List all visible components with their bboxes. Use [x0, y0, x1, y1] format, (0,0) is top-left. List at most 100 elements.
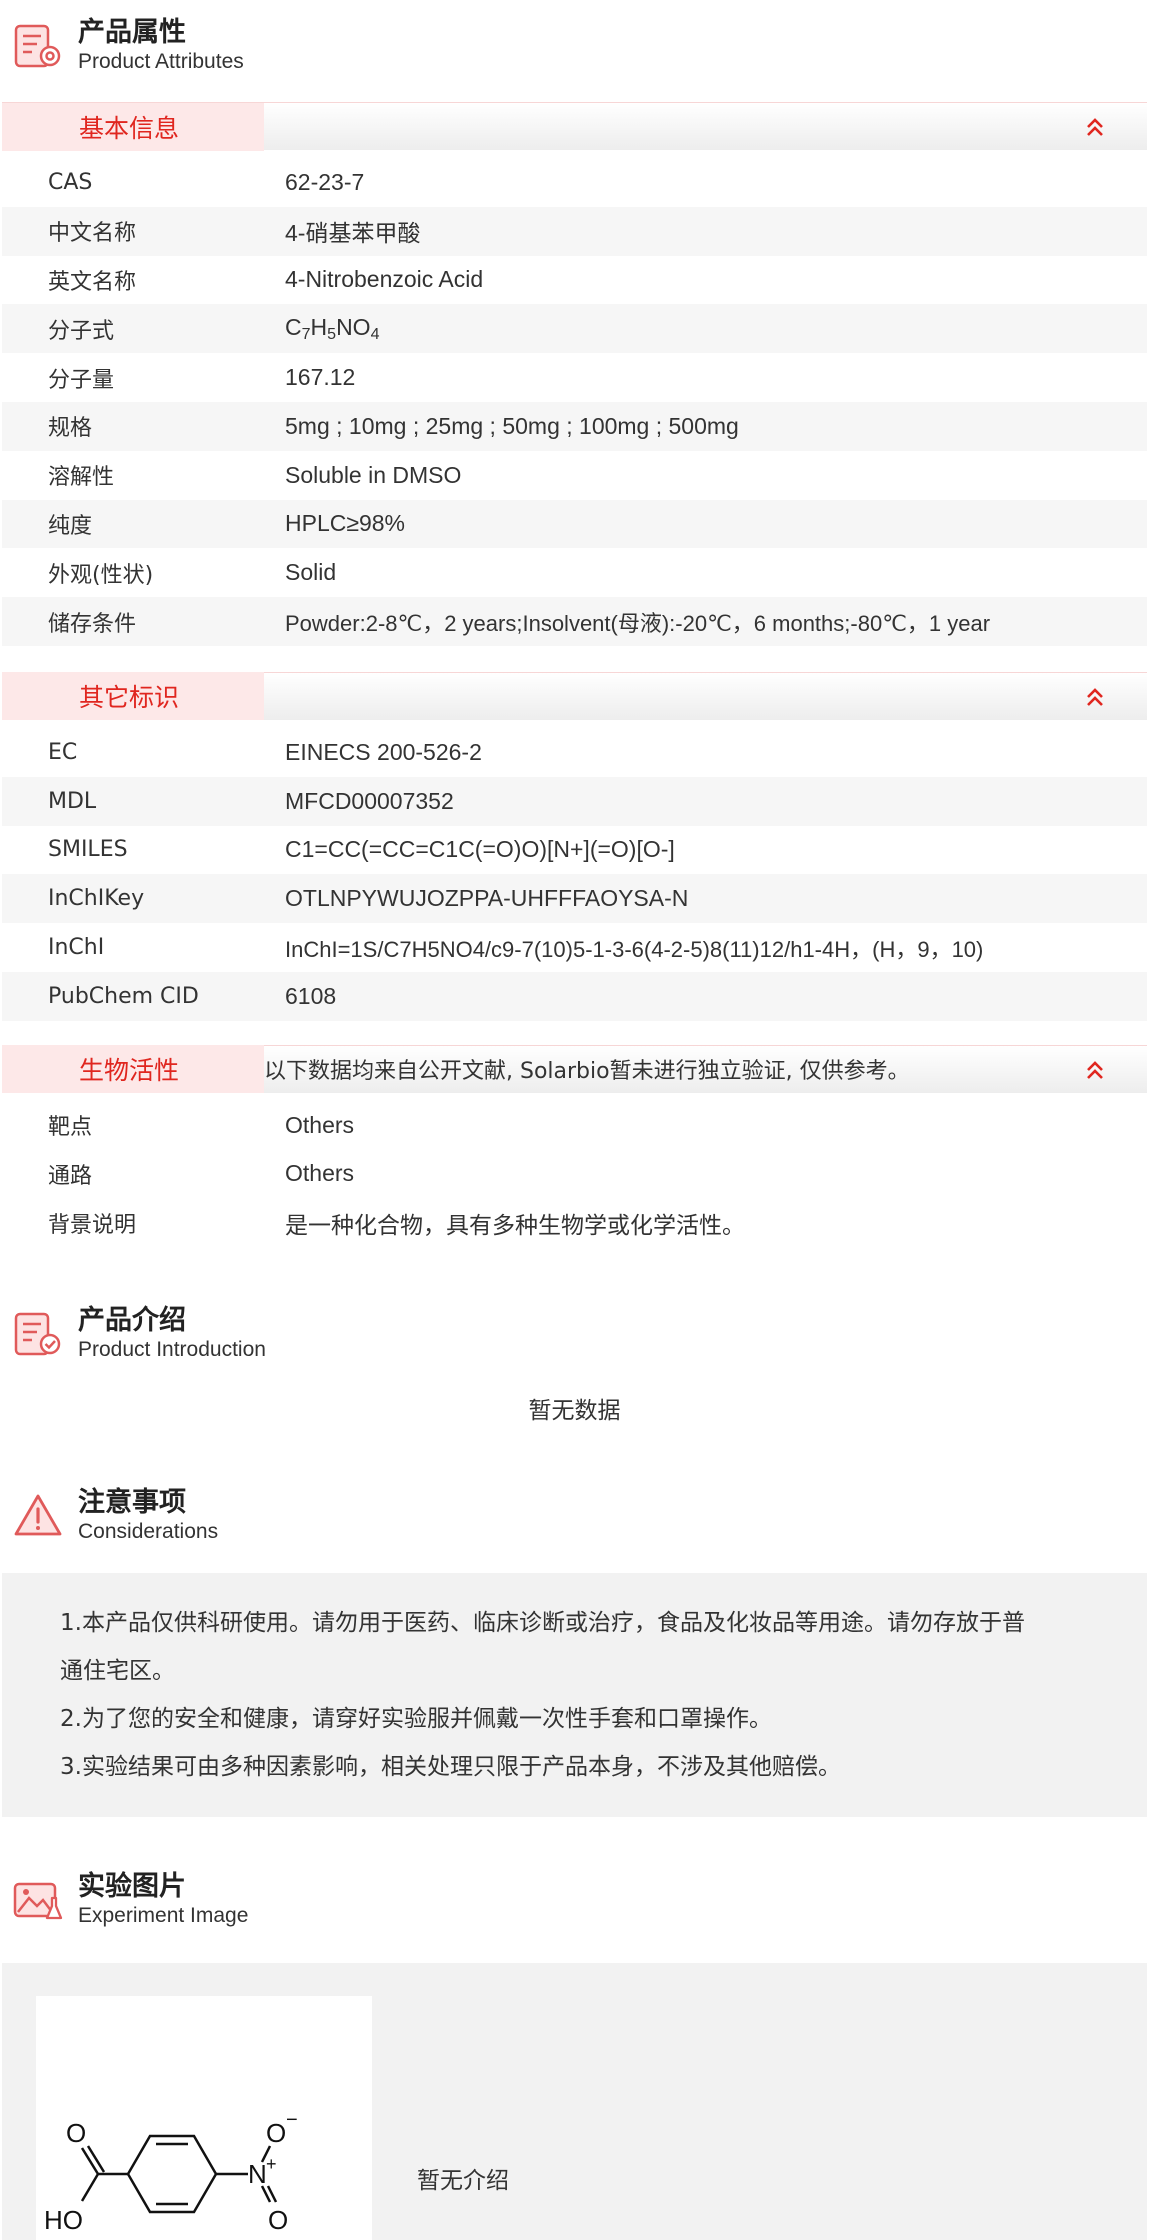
label-o-top: O [66, 2118, 86, 2148]
double-chevron-up-icon[interactable] [1083, 115, 1107, 139]
basic-info-rows: CAS 62-23-7 中文名称 4-硝基苯甲酸 英文名称 4-Nitrobenzoi… [0, 150, 1149, 658]
table-row: 外观(性状) Solid [2, 548, 1147, 597]
row-value: Others [285, 1111, 355, 1138]
row-key: PubChem CID [48, 983, 199, 1009]
row-value: 62-23-7 [285, 168, 365, 195]
document-check-icon [14, 1312, 61, 1356]
table-row: 分子量 167.12 [2, 353, 1147, 402]
row-key: 纯度 [48, 513, 93, 539]
row-key: 储存条件 [48, 611, 137, 637]
table-row: 规格 5mg ; 10mg ; 25mg ; 50mg ; 100mg ; 500… [2, 401, 1147, 451]
bio-activity-header[interactable]: 生物活性 以下数据均来自公开文献, Solarbio暂未进行独立验证, 仅供参考… [2, 1044, 1147, 1094]
label-plus: + [266, 2154, 277, 2174]
row-value: 4-Nitrobenzoic Acid [285, 266, 484, 293]
row-value: HPLC≥98% [285, 510, 406, 537]
row-key: EC [48, 739, 78, 765]
bio-activity-note: 以下数据均来自公开文献, Solarbio暂未进行独立验证, 仅供参考。 [264, 1059, 910, 1085]
label-ho: HO [44, 2205, 83, 2235]
table-row: 靶点 Others [2, 1101, 1147, 1150]
attributes-title-cn: 产品属性 [78, 17, 186, 48]
row-value: 5mg ; 10mg ; 25mg ; 50mg ; 100mg ; 500mg [285, 412, 739, 439]
intro-section-title: 产品介绍 Product Introduction [0, 1301, 1149, 1367]
double-chevron-up-icon[interactable] [1083, 1058, 1107, 1082]
double-chevron-up-icon[interactable] [1083, 685, 1107, 709]
notice-title-en: Considerations [78, 1520, 219, 1544]
row-key: 分子量 [48, 367, 115, 393]
structure-diagram: O HO N + O − O [44, 2109, 298, 2235]
row-key: InChIKey [48, 886, 145, 912]
table-row: 储存条件 Powder:2-8℃，2 years;Insolvent(母液):-2… [2, 597, 1147, 646]
row-key: CAS [48, 169, 93, 195]
other-ids-rows: EC EINECS 200-526-2 MDL MFCD00007352 SMILE… [0, 720, 1149, 1035]
row-value: 167.12 [285, 364, 356, 391]
table-row: 分子式 C7H5NO4 [2, 304, 1147, 354]
table-row: PubChem CID 6108 [2, 971, 1147, 1021]
notice-line: 通住宅区。 [60, 1658, 175, 1685]
attributes-section-title: 产品属性 Product Attributes [0, 0, 1149, 92]
other-ids-header[interactable]: 其它标识 [2, 671, 1147, 721]
bio-activity-rows: 靶点 Others 通路 Others 背景说明 是一种化合物，具有多种生物学或化学活… [0, 1093, 1149, 1247]
bio-activity-tab: 生物活性 [2, 1045, 264, 1094]
row-key: MDL [48, 788, 97, 814]
table-row: 通路 Others [2, 1150, 1147, 1199]
experiment-panel: O HO N + O − O 暂无介绍 [2, 1963, 1147, 2240]
table-row: 英文名称 4-Nitrobenzoic Acid [2, 256, 1147, 305]
table-row: 背景说明 是一种化合物，具有多种生物学或化学活性。 [2, 1198, 1147, 1247]
row-key: 英文名称 [48, 269, 137, 295]
row-value: Powder:2-8℃，2 years;Insolvent(母液):-20℃，6… [285, 610, 991, 636]
row-key: 靶点 [48, 1115, 93, 1141]
table-row: InChI InChI=1S/C7H5NO4/c9-7(10)5-1-3-6(4-… [2, 923, 1147, 972]
experiment-section-title: 实验图片 Experiment Image [0, 1867, 1149, 1933]
row-value: Others [285, 1160, 355, 1187]
notice-box: 1.本产品仅供科研使用。请勿用于医药、临床诊断或治疗，食品及化妆品等用途。请勿存… [2, 1573, 1147, 1818]
label-o-minus: O [266, 2118, 286, 2148]
experiment-title-cn: 实验图片 [78, 1871, 186, 1903]
row-value: EINECS 200-526-2 [285, 738, 482, 765]
structure-image: O HO N + O − O [36, 1996, 372, 2240]
row-key: 外观(性状) [48, 562, 154, 588]
label-o-bottom: O [268, 2205, 288, 2235]
table-row: 溶解性 Soluble in DMSO [2, 451, 1147, 500]
notice-line: 2.为了您的安全和健康，请穿好实验服并佩戴一次性手套和口罩操作。 [60, 1706, 772, 1733]
row-key: 规格 [48, 416, 93, 442]
formula-value: C7H5NO4 [285, 313, 380, 343]
label-n: N [248, 2159, 267, 2189]
basic-info-header[interactable]: 基本信息 [2, 102, 1147, 151]
table-row: EC EINECS 200-526-2 [2, 728, 1147, 777]
table-row: 中文名称 4-硝基苯甲酸 [2, 206, 1147, 256]
image-flask-icon [13, 1882, 63, 1920]
table-row: 纯度 HPLC≥98% [2, 499, 1147, 549]
attributes-title-en: Product Attributes [78, 50, 244, 73]
row-key: 分子式 [48, 318, 115, 344]
row-key: SMILES [48, 837, 128, 863]
table-row: CAS 62-23-7 [2, 158, 1147, 207]
row-value: 6108 [285, 982, 337, 1009]
row-key: InChI [48, 935, 105, 961]
row-value: MFCD00007352 [285, 787, 454, 814]
table-row: SMILES C1=CC(=CC=C1C(=O)O)[N+](=O)[O-] [2, 826, 1147, 875]
other-ids-tab: 其它标识 [2, 672, 264, 721]
table-row: InChIKey OTLNPYWUJOZPPA-UHFFFAOYSA-N [2, 874, 1147, 924]
experiment-title-en: Experiment Image [78, 1904, 249, 1928]
document-gear-icon [14, 24, 61, 68]
experiment-description: 暂无介绍 [417, 2168, 509, 2195]
row-key: 背景说明 [48, 1212, 137, 1238]
intro-empty-text: 暂无数据 [528, 1398, 621, 1425]
row-key: 中文名称 [48, 221, 137, 247]
row-value: C1=CC(=CC=C1C(=O)O)[N+](=O)[O-] [285, 836, 675, 863]
row-key: 通路 [48, 1163, 93, 1189]
label-minus: − [286, 2109, 298, 2131]
intro-title-cn: 产品介绍 [78, 1305, 186, 1337]
notice-section-title: 注意事项 Considerations [0, 1483, 1149, 1549]
warning-triangle-icon [14, 1494, 62, 1536]
row-value: InChI=1S/C7H5NO4/c9-7(10)5-1-3-6(4-2-5)8… [285, 936, 984, 962]
row-value: 4-硝基苯甲酸 [285, 220, 421, 247]
notice-title-cn: 注意事项 [78, 1487, 186, 1519]
row-value: Soluble in DMSO [285, 461, 462, 488]
basic-info-tab: 基本信息 [2, 102, 264, 151]
row-value: Solid [285, 559, 337, 586]
table-row: MDL MFCD00007352 [2, 776, 1147, 826]
row-key: 溶解性 [48, 465, 115, 491]
intro-title-en: Product Introduction [78, 1338, 266, 1362]
notice-line: 1.本产品仅供科研使用。请勿用于医药、临床诊断或治疗，食品及化妆品等用途。请勿存… [60, 1610, 1025, 1637]
